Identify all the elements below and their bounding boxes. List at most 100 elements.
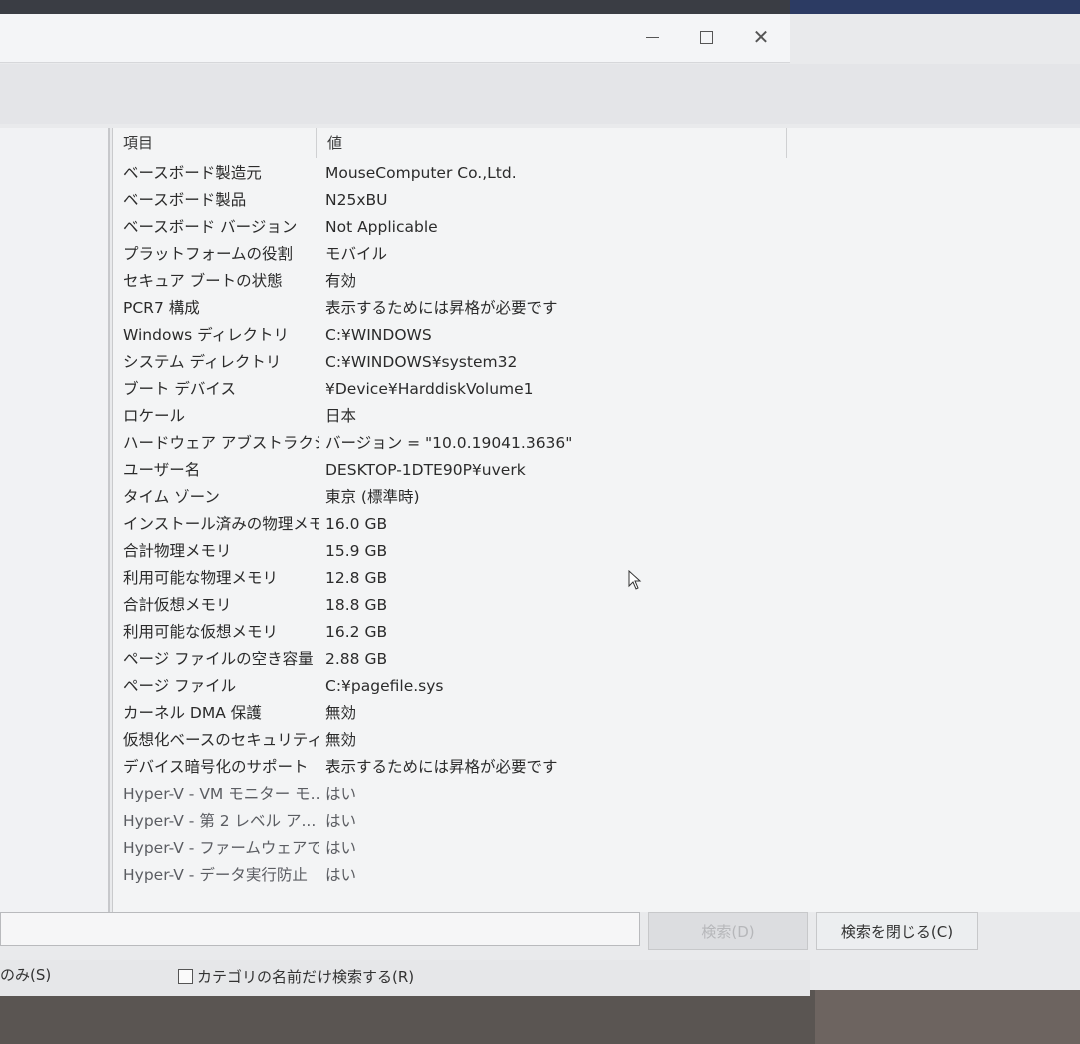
row-item-cell: ベースボード バージョン [123, 218, 298, 236]
category-tree-pane[interactable] [0, 128, 110, 914]
row-item-cell: ロケール [123, 407, 186, 425]
row-item-cell: タイム ゾーン [123, 488, 220, 506]
row-item-cell: PCR7 構成 [123, 299, 200, 317]
row-item-cell: ページ ファイル [123, 677, 237, 695]
row-item-cell: システム ディレクトリ [123, 353, 282, 371]
search-options: のみ(S) カテゴリの名前だけ検索する(R) [0, 960, 810, 996]
row-item-cell: セキュア ブートの状態 [123, 272, 283, 290]
category-only-option[interactable]: カテゴリの名前だけ検索する(R) [178, 966, 414, 987]
row-value-cell: MouseComputer Co.,Ltd. [325, 164, 517, 182]
row-value-cell: 表示するためには昇格が必要です [325, 299, 558, 317]
row-value-cell: 16.2 GB [325, 623, 388, 641]
row-item-cell: デバイス暗号化のサポート [123, 758, 309, 776]
row-value-cell: C:¥WINDOWS [325, 326, 432, 344]
list-row[interactable]: Hyper-V - 第 2 レベル ア... はい [113, 808, 1080, 835]
list-row[interactable]: 合計物理メモリ 15.9 GB [113, 538, 1080, 565]
close-icon: ✕ [752, 25, 770, 49]
search-input[interactable] [0, 912, 640, 946]
search-button[interactable]: 検索(D) [648, 912, 808, 950]
row-item-cell: 仮想化ベースのセキュリティ [123, 731, 319, 749]
row-item-cell: インストール済みの物理メモ... [123, 515, 319, 533]
row-item-cell: ベースボード製造元 [123, 164, 262, 182]
row-item-cell: ハードウェア アブストラクショ... [123, 434, 319, 452]
category-only-label: カテゴリの名前だけ検索する(R) [197, 968, 415, 986]
row-value-cell: ¥Device¥HarddiskVolume1 [325, 380, 534, 398]
row-value-cell: N25xBU [325, 191, 388, 209]
row-item-cell: カーネル DMA 保護 [123, 704, 262, 722]
list-row[interactable]: 仮想化ベースのセキュリティ 無効 [113, 727, 1080, 754]
list-row[interactable]: タイム ゾーン 東京 (標準時) [113, 484, 1080, 511]
row-item-cell: ページ ファイルの空き容量 [123, 650, 314, 668]
list-header: 項目 値 [113, 128, 1080, 158]
mouse-cursor-icon [628, 570, 642, 590]
row-item-cell: Hyper-V - ファームウェアで... [123, 839, 319, 857]
list-row[interactable]: システム ディレクトリ C:¥WINDOWS¥system32 [113, 349, 1080, 376]
row-item-cell: Hyper-V - データ実行防止 [123, 866, 308, 884]
close-button[interactable]: ✕ [741, 22, 781, 52]
row-value-cell: C:¥WINDOWS¥system32 [325, 353, 518, 371]
list-row[interactable]: Hyper-V - データ実行防止 はい [113, 862, 1080, 889]
row-item-cell: 利用可能な仮想メモリ [123, 623, 279, 641]
category-only-checkbox[interactable] [178, 969, 193, 984]
search-bar: 検索(D) 検索を閉じる(C) [0, 912, 1080, 962]
list-row[interactable]: 利用可能な物理メモリ 12.8 GB [113, 565, 1080, 592]
list-row[interactable]: 合計仮想メモリ 18.8 GB [113, 592, 1080, 619]
list-row[interactable]: ベースボード製造元 MouseComputer Co.,Ltd. [113, 160, 1080, 187]
minimize-button[interactable] [632, 22, 672, 52]
row-value-cell: 日本 [325, 407, 357, 425]
row-item-cell: 合計物理メモリ [123, 542, 232, 560]
system-information-window: ✕ 項目 値 ベースボード製造元 MouseComputer Co.,Ltd. ベー… [0, 14, 1080, 996]
row-value-cell: 12.8 GB [325, 569, 388, 587]
minimize-icon [645, 36, 659, 38]
row-item-cell: Windows ディレクトリ [123, 326, 290, 344]
title-bar: ✕ [0, 14, 790, 63]
row-item-cell: Hyper-V - VM モニター モ... [123, 785, 319, 803]
row-value-cell: 18.8 GB [325, 596, 388, 614]
row-value-cell: モバイル [325, 245, 388, 263]
row-value-cell: 16.0 GB [325, 515, 388, 533]
list-row[interactable]: デバイス暗号化のサポート 表示するためには昇格が必要です [113, 754, 1080, 781]
list-row[interactable]: PCR7 構成 表示するためには昇格が必要です [113, 295, 1080, 322]
list-row[interactable]: Hyper-V - ファームウェアで... はい [113, 835, 1080, 862]
row-value-cell: はい [325, 812, 357, 830]
close-search-button[interactable]: 検索を閉じる(C) [816, 912, 978, 950]
row-value-cell: 表示するためには昇格が必要です [325, 758, 558, 776]
list-row[interactable]: ページ ファイルの空き容量 2.88 GB [113, 646, 1080, 673]
list-row[interactable]: ベースボード製品 N25xBU [113, 187, 1080, 214]
row-value-cell: 15.9 GB [325, 542, 388, 560]
list-row[interactable]: インストール済みの物理メモ... 16.0 GB [113, 511, 1080, 538]
column-header-item[interactable]: 項目 [113, 128, 317, 158]
maximize-icon [699, 30, 713, 44]
list-row[interactable]: Hyper-V - VM モニター モ... はい [113, 781, 1080, 808]
row-value-cell: 無効 [325, 704, 357, 722]
row-value-cell: 東京 (標準時) [325, 488, 420, 506]
details-list-view[interactable]: 項目 値 ベースボード製造元 MouseComputer Co.,Ltd. ベースボ… [112, 128, 1080, 914]
list-row[interactable]: ロケール 日本 [113, 403, 1080, 430]
menu-area [0, 64, 1080, 124]
row-value-cell: Not Applicable [325, 218, 438, 236]
row-item-cell: Hyper-V - 第 2 レベル ア... [123, 812, 317, 830]
row-value-cell: 有効 [325, 272, 357, 290]
list-row[interactable]: プラットフォームの役割 モバイル [113, 241, 1080, 268]
list-row[interactable]: ベースボード バージョン Not Applicable [113, 214, 1080, 241]
list-row[interactable]: ハードウェア アブストラクショ... バージョン = "10.0.19041.36… [113, 430, 1080, 457]
row-item-cell: ブート デバイス [123, 380, 236, 398]
row-value-cell: DESKTOP-1DTE90P¥uverk [325, 461, 526, 479]
row-item-cell: 合計仮想メモリ [123, 596, 232, 614]
list-row[interactable]: ユーザー名 DESKTOP-1DTE90P¥uverk [113, 457, 1080, 484]
maximize-button[interactable] [686, 22, 726, 52]
list-row[interactable]: 利用可能な仮想メモリ 16.2 GB [113, 619, 1080, 646]
row-value-cell: はい [325, 785, 357, 803]
list-row[interactable]: セキュア ブートの状態 有効 [113, 268, 1080, 295]
row-item-cell: 利用可能な物理メモリ [123, 569, 279, 587]
row-item-cell: ユーザー名 [123, 461, 201, 479]
list-row[interactable]: ブート デバイス ¥Device¥HarddiskVolume1 [113, 376, 1080, 403]
list-row[interactable]: カーネル DMA 保護 無効 [113, 700, 1080, 727]
row-value-cell: はい [325, 839, 357, 857]
row-value-cell: C:¥pagefile.sys [325, 677, 444, 695]
search-selected-only-label[interactable]: のみ(S) [0, 964, 51, 985]
list-row[interactable]: Windows ディレクトリ C:¥WINDOWS [113, 322, 1080, 349]
column-header-value[interactable]: 値 [317, 128, 787, 158]
row-value-cell: 2.88 GB [325, 650, 388, 668]
list-row[interactable]: ページ ファイル C:¥pagefile.sys [113, 673, 1080, 700]
